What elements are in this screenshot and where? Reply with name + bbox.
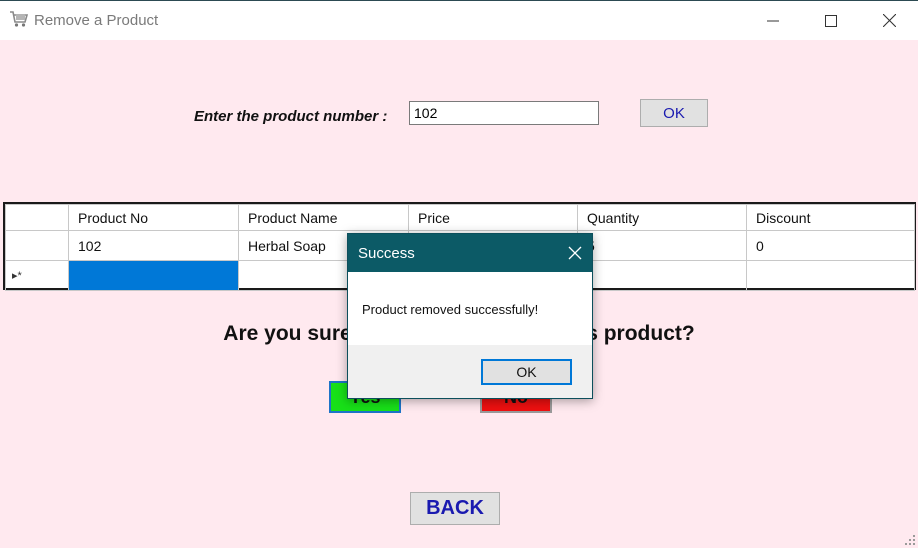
close-button[interactable] — [860, 1, 918, 40]
cell-quantity[interactable]: 5 — [577, 230, 747, 261]
row-header-cell[interactable] — [5, 230, 69, 261]
selected-cell[interactable] — [68, 260, 239, 291]
success-dialog: Success Product removed successfully! OK — [347, 233, 593, 399]
cell-product-no[interactable]: 102 — [68, 230, 239, 261]
product-number-input[interactable] — [409, 101, 599, 125]
resize-grip-icon[interactable] — [904, 534, 916, 546]
column-header-product-no[interactable]: Product No — [68, 204, 239, 231]
maximize-button[interactable] — [802, 1, 860, 40]
close-icon — [882, 14, 896, 27]
minimize-button[interactable] — [744, 1, 802, 40]
minimize-icon — [767, 20, 779, 21]
new-row-marker[interactable]: ▸* — [5, 260, 69, 291]
grid-header-row: Product No Product Name Price Quantity D… — [5, 204, 915, 231]
dialog-ok-button[interactable]: OK — [481, 359, 572, 385]
back-button[interactable]: BACK — [410, 492, 500, 525]
column-header-quantity[interactable]: Quantity — [577, 204, 747, 231]
window-titlebar: Remove a Product — [0, 0, 918, 40]
window-title: Remove a Product — [34, 12, 159, 29]
empty-cell[interactable] — [577, 260, 747, 291]
grid-corner-cell[interactable] — [5, 204, 69, 231]
dialog-titlebar[interactable]: Success — [348, 234, 592, 272]
ok-button[interactable]: OK — [640, 99, 708, 127]
maximize-icon — [825, 14, 837, 27]
dialog-message: Product removed successfully! — [362, 302, 539, 317]
shopping-cart-icon — [10, 11, 29, 27]
empty-cell[interactable] — [746, 260, 915, 291]
column-header-price[interactable]: Price — [408, 204, 578, 231]
column-header-discount[interactable]: Discount — [746, 204, 915, 231]
dialog-close-icon[interactable] — [568, 246, 582, 260]
cell-discount[interactable]: 0 — [746, 230, 915, 261]
column-header-product-name[interactable]: Product Name — [238, 204, 409, 231]
dialog-body: Product removed successfully! — [348, 272, 592, 345]
product-number-label: Enter the product number : — [194, 108, 388, 125]
dialog-title: Success — [358, 245, 415, 262]
